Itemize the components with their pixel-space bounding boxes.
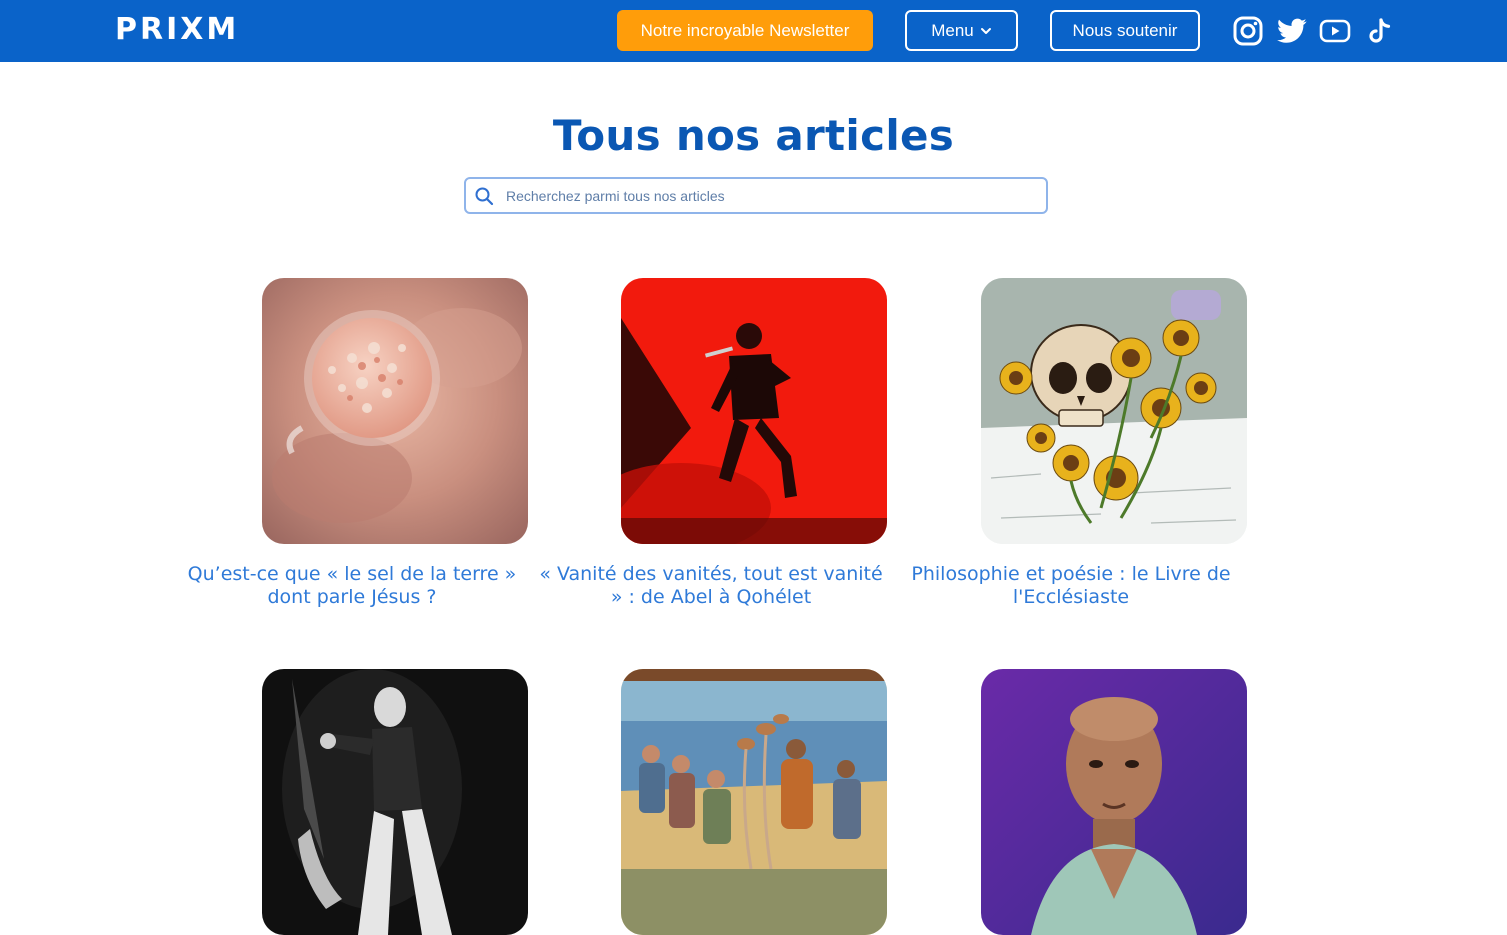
youtube-icon[interactable] xyxy=(1318,14,1352,48)
top-navigation-bar: PRIXM Notre incroyable Newsletter Menu N… xyxy=(0,0,1507,62)
search-icon xyxy=(474,186,494,206)
article-image[interactable] xyxy=(621,669,887,935)
menu-button-label: Menu xyxy=(931,20,974,40)
article-image[interactable] xyxy=(621,278,887,544)
support-button-label: Nous soutenir xyxy=(1072,20,1178,40)
article-image[interactable] xyxy=(981,669,1247,935)
article-image[interactable] xyxy=(981,278,1247,544)
article-title[interactable]: Qu’est-ce que « le sel de la terre » don… xyxy=(172,563,532,609)
support-button[interactable]: Nous soutenir xyxy=(1050,10,1200,51)
instagram-icon[interactable] xyxy=(1231,14,1265,48)
search-input[interactable] xyxy=(504,179,1046,212)
twitter-icon[interactable] xyxy=(1275,14,1309,48)
tiktok-icon[interactable] xyxy=(1363,14,1397,48)
newsletter-button[interactable]: Notre incroyable Newsletter xyxy=(617,10,873,51)
article-title[interactable]: Philosophie et poésie : le Livre de l'Ec… xyxy=(891,563,1251,609)
newsletter-button-label: Notre incroyable Newsletter xyxy=(640,20,850,40)
search-bar[interactable] xyxy=(464,177,1048,214)
article-image[interactable] xyxy=(262,669,528,935)
article-image[interactable] xyxy=(262,278,528,544)
article-title[interactable]: « Vanité des vanités, tout est vanité » … xyxy=(531,563,891,609)
site-logo[interactable]: PRIXM xyxy=(115,12,239,48)
chevron-down-icon xyxy=(980,25,992,37)
page-title: Tous nos articles xyxy=(552,111,955,160)
menu-button[interactable]: Menu xyxy=(905,10,1018,51)
